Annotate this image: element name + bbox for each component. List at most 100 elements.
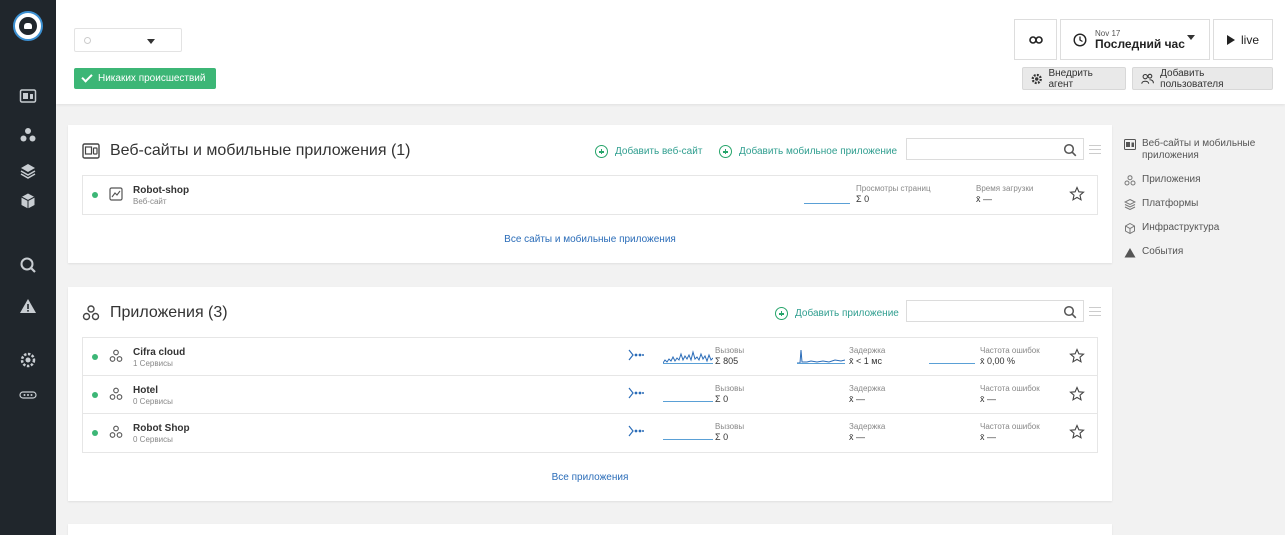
list-options-icon[interactable] xyxy=(1089,307,1101,316)
time-picker-group: Nov 17 Последний час live xyxy=(1014,19,1273,60)
deploy-agent-button[interactable]: Внедрить агент xyxy=(1022,67,1126,90)
add-website-link[interactable]: Добавить веб-сайт xyxy=(595,145,702,158)
error-rate-metric: Частота ошибок x̄ — xyxy=(980,422,1040,442)
list-item[interactable]: Cifra cloud 1 Сервисы Вызовы Σ 805 Задер… xyxy=(83,338,1097,376)
index-item-events[interactable]: События xyxy=(1124,246,1274,258)
favorite-star-icon[interactable] xyxy=(1069,386,1085,402)
calls-sparkline xyxy=(663,350,713,364)
platforms-nav-icon[interactable] xyxy=(18,161,38,181)
application-icon xyxy=(109,425,123,438)
play-icon xyxy=(1226,34,1235,45)
more-nav-icon[interactable] xyxy=(18,385,38,405)
instana-logo-icon[interactable] xyxy=(13,11,43,41)
all-websites-link[interactable]: Все сайты и мобильные приложения xyxy=(68,234,1112,245)
next-panel xyxy=(68,524,1112,535)
events-nav-icon[interactable] xyxy=(18,296,38,316)
share-link-button[interactable] xyxy=(1014,19,1057,60)
latency-sparkline xyxy=(797,349,845,364)
websites-nav-icon[interactable] xyxy=(18,86,38,106)
pageviews-value: Σ 0 xyxy=(856,194,870,204)
websites-panel-title: Веб-сайты и мобильные приложения (1) xyxy=(82,142,411,160)
application-services-count: 0 Сервисы xyxy=(133,435,173,444)
calls-sparkline xyxy=(663,386,713,402)
left-navigation xyxy=(0,0,56,535)
error-rate-label: Частота ошибок xyxy=(980,422,1040,431)
time-range-label: Последний час xyxy=(1095,36,1185,51)
load-time-metric: Время загрузки x̄ — xyxy=(976,184,1033,204)
index-item-infrastructure[interactable]: Инфраструктура xyxy=(1124,222,1274,234)
infrastructure-nav-icon[interactable] xyxy=(18,191,38,211)
search-icon xyxy=(1063,143,1077,157)
time-range-selector[interactable]: Nov 17 Последний час xyxy=(1060,19,1210,60)
incident-status-label: Никаких происшествий xyxy=(98,73,206,84)
calls-metric: Вызовы Σ 0 xyxy=(715,384,744,404)
platforms-icon xyxy=(1124,199,1136,210)
calls-metric: Вызовы Σ 805 xyxy=(715,346,744,366)
favorite-star-icon[interactable] xyxy=(1069,186,1085,202)
add-user-button[interactable]: Добавить пользователя xyxy=(1132,67,1273,90)
all-applications-link[interactable]: Все приложения xyxy=(68,472,1112,483)
latency-value: x̄ — xyxy=(849,394,866,404)
favorite-star-icon[interactable] xyxy=(1069,348,1085,364)
index-item-label: Веб-сайты и мобильные приложения xyxy=(1142,138,1256,161)
error-rate-sparkline xyxy=(929,348,975,364)
add-circle-icon xyxy=(719,145,732,158)
index-item-websites[interactable]: Веб-сайты и мобильные приложения xyxy=(1124,138,1274,162)
applications-search-input[interactable] xyxy=(906,300,1084,322)
add-mobile-app-link[interactable]: Добавить мобильное приложение xyxy=(719,145,897,158)
add-user-label: Добавить пользователя xyxy=(1160,67,1224,90)
website-name: Robot-shop xyxy=(133,185,190,196)
status-dot-icon xyxy=(92,192,98,198)
live-toggle-button[interactable]: live xyxy=(1213,19,1273,60)
pageviews-label: Просмотры страниц xyxy=(856,184,931,193)
add-website-label: Добавить веб-сайт xyxy=(615,146,703,157)
calls-sparkline xyxy=(663,424,713,440)
status-dot-icon xyxy=(92,392,98,398)
applications-panel-title: Приложения (3) xyxy=(82,304,228,322)
applications-nav-icon[interactable] xyxy=(18,125,38,145)
error-rate-metric: Частота ошибок x̄ — xyxy=(980,384,1040,404)
error-rate-label: Частота ошибок xyxy=(980,384,1040,393)
applications-icon xyxy=(1124,175,1136,186)
traffic-flow-icon xyxy=(628,349,644,361)
calls-value: Σ 0 xyxy=(715,394,729,404)
list-item[interactable]: Robot Shop 0 Сервисы Вызовы Σ 0 Задержка… xyxy=(83,414,1097,452)
website-icon xyxy=(109,187,123,201)
application-name: Robot Shop xyxy=(133,423,190,434)
search-nav-icon[interactable] xyxy=(18,255,38,275)
latency-metric: Задержка x̄ < 1 мс xyxy=(849,346,885,366)
index-item-label: События xyxy=(1142,246,1184,257)
applications-panel: Приложения (3) Добавить приложение Cifra… xyxy=(68,287,1112,501)
latency-metric: Задержка x̄ — xyxy=(849,384,885,404)
add-application-link[interactable]: Добавить приложение xyxy=(775,307,899,320)
websites-panel: Веб-сайты и мобильные приложения (1) Доб… xyxy=(68,125,1112,263)
chevron-down-icon xyxy=(147,39,155,44)
add-circle-icon xyxy=(775,307,788,320)
incident-status-badge[interactable]: Никаких происшествий xyxy=(74,68,216,89)
infrastructure-icon xyxy=(1125,223,1135,234)
load-time-label: Время загрузки xyxy=(976,184,1034,193)
gear-icon xyxy=(1031,73,1042,84)
index-item-platforms[interactable]: Платформы xyxy=(1124,198,1274,210)
section-index: Веб-сайты и мобильные приложения Приложе… xyxy=(1124,138,1274,270)
status-dot-icon xyxy=(92,430,98,436)
latency-value: x̄ < 1 мс xyxy=(849,356,882,366)
live-label: live xyxy=(1240,32,1259,47)
checkmark-icon xyxy=(81,71,93,83)
index-item-label: Инфраструктура xyxy=(1142,222,1220,233)
traffic-flow-icon xyxy=(628,425,644,437)
traffic-flow-icon xyxy=(628,387,644,399)
list-options-icon[interactable] xyxy=(1089,145,1101,154)
add-mobile-app-label: Добавить мобильное приложение xyxy=(739,146,898,157)
add-circle-icon xyxy=(595,145,608,158)
favorite-star-icon[interactable] xyxy=(1069,424,1085,440)
settings-nav-icon[interactable] xyxy=(18,350,38,370)
index-item-applications[interactable]: Приложения xyxy=(1124,174,1274,186)
websites-title-text: Веб-сайты и мобильные приложения (1) xyxy=(110,142,411,159)
zone-selector[interactable] xyxy=(74,28,182,52)
list-item[interactable]: Robot-shop Веб-сайт Просмотры страниц Σ … xyxy=(83,176,1097,214)
website-type: Веб-сайт xyxy=(133,197,167,206)
list-item[interactable]: Hotel 0 Сервисы Вызовы Σ 0 Задержка x̄ —… xyxy=(83,376,1097,414)
zone-status-icon xyxy=(84,37,91,44)
websites-search-input[interactable] xyxy=(906,138,1084,160)
